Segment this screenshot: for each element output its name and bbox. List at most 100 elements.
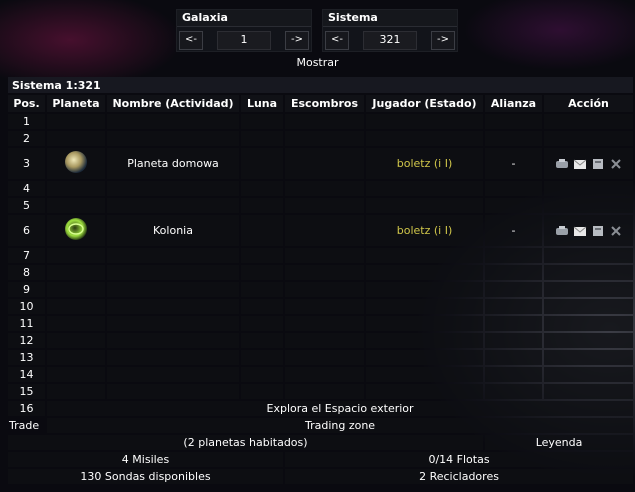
empty-cell (366, 248, 483, 263)
missiles-count: 4 Misiles (8, 452, 283, 467)
system-next-button[interactable]: -> (431, 31, 455, 50)
empty-cell (485, 114, 542, 129)
empty-cell (485, 131, 542, 146)
player-name[interactable]: boletz (397, 157, 431, 170)
position-cell: 10 (8, 299, 45, 314)
empty-cell (366, 333, 483, 348)
probes-count: 130 Sondas disponibles (8, 469, 283, 484)
empty-cell (47, 316, 105, 331)
empty-cell (285, 114, 364, 129)
buddy-request-icon[interactable] (591, 225, 605, 237)
empty-cell (107, 265, 239, 280)
recyclers-count: 2 Recicladores (285, 469, 634, 484)
green-planet-icon[interactable] (61, 218, 91, 246)
table-row: 6 Kolonia boletz (i I) - (8, 215, 634, 246)
empty-cell (285, 282, 364, 297)
missile-attack-icon[interactable] (609, 225, 623, 237)
empty-cell (107, 316, 239, 331)
desert-planet-icon[interactable] (61, 151, 91, 179)
empty-cell (107, 282, 239, 297)
system-input[interactable]: 321 (363, 31, 417, 50)
trade-row: Trading zone (8, 418, 634, 433)
planet-name-cell[interactable]: Kolonia (107, 215, 239, 246)
player-cell[interactable]: boletz (i I) (366, 148, 483, 179)
player-name[interactable]: boletz (397, 224, 431, 237)
empty-cell (47, 131, 105, 146)
empty-cell (107, 131, 239, 146)
empty-cell (366, 299, 483, 314)
empty-cell (241, 384, 283, 399)
player-cell[interactable]: boletz (i I) (366, 215, 483, 246)
position-cell: 2 (8, 131, 45, 146)
table-row: 5 (8, 198, 634, 213)
empty-cell (285, 333, 364, 348)
empty-cell (47, 265, 105, 280)
empty-cell (366, 282, 483, 297)
trading-zone-link[interactable]: Trading zone (47, 418, 634, 433)
show-button[interactable]: Mostrar (0, 55, 635, 71)
empty-cell (47, 384, 105, 399)
moon-cell (241, 148, 283, 179)
empty-cell (107, 198, 239, 213)
planet-name-cell[interactable]: Planeta domowa (107, 148, 239, 179)
position-cell: 16 (8, 401, 45, 416)
position-cell: 15 (8, 384, 45, 399)
buddy-request-icon[interactable] (591, 158, 605, 170)
empty-cell (241, 333, 283, 348)
empty-cell (366, 384, 483, 399)
empty-cell (241, 198, 283, 213)
empty-cell (107, 181, 239, 196)
empty-cell (366, 367, 483, 382)
table-row: 12 (8, 333, 634, 348)
column-header: Luna (241, 95, 283, 112)
system-navigator: Sistema <- 321 -> (322, 9, 458, 52)
table-row: 11 (8, 316, 634, 331)
alliance-cell: - (485, 148, 542, 179)
empty-cell (285, 265, 364, 280)
debris-cell (285, 148, 364, 179)
column-header: Jugador (Estado) (366, 95, 483, 112)
player-status: (i I) (433, 157, 453, 170)
column-header: Escombros (285, 95, 364, 112)
empty-cell (241, 350, 283, 365)
position-cell: 1 (8, 114, 45, 129)
empty-cell (544, 181, 634, 196)
message-icon[interactable] (573, 158, 587, 170)
empty-cell (544, 114, 634, 129)
galaxy-next-button[interactable]: -> (285, 31, 309, 50)
empty-cell (544, 333, 634, 348)
legend-link[interactable]: Leyenda (485, 435, 634, 450)
espionage-icon[interactable] (555, 158, 569, 170)
empty-cell (47, 299, 105, 314)
system-prev-button[interactable]: <- (325, 31, 349, 50)
trade-label: Trade (9, 419, 40, 432)
position-cell: 5 (8, 198, 45, 213)
missile-attack-icon[interactable] (609, 158, 623, 170)
planet-cell[interactable] (47, 148, 105, 179)
empty-cell (544, 350, 634, 365)
espionage-icon[interactable] (555, 225, 569, 237)
empty-cell (485, 384, 542, 399)
planet-cell[interactable] (47, 215, 105, 246)
system-label: Sistema (323, 10, 457, 27)
empty-cell (544, 367, 634, 382)
galaxy-input[interactable]: 1 (217, 31, 271, 50)
empty-cell (366, 131, 483, 146)
empty-cell (241, 265, 283, 280)
empty-cell (485, 333, 542, 348)
column-header: Acción (544, 95, 634, 112)
galaxy-prev-button[interactable]: <- (179, 31, 203, 50)
table-row: 14 (8, 367, 634, 382)
inhabited-planets-count: (2 planetas habitados) (8, 435, 483, 450)
empty-cell (107, 248, 239, 263)
position-cell: 9 (8, 282, 45, 297)
moon-cell (241, 215, 283, 246)
empty-cell (485, 181, 542, 196)
message-icon[interactable] (573, 225, 587, 237)
fleets-count: 0/14 Flotas (285, 452, 634, 467)
explore-outer-space-link[interactable]: Explora el Espacio exterior (47, 401, 634, 416)
column-header: Planeta (47, 95, 105, 112)
position-cell: 13 (8, 350, 45, 365)
table-row: 16 Explora el Espacio exterior (8, 401, 634, 416)
empty-cell (107, 299, 239, 314)
